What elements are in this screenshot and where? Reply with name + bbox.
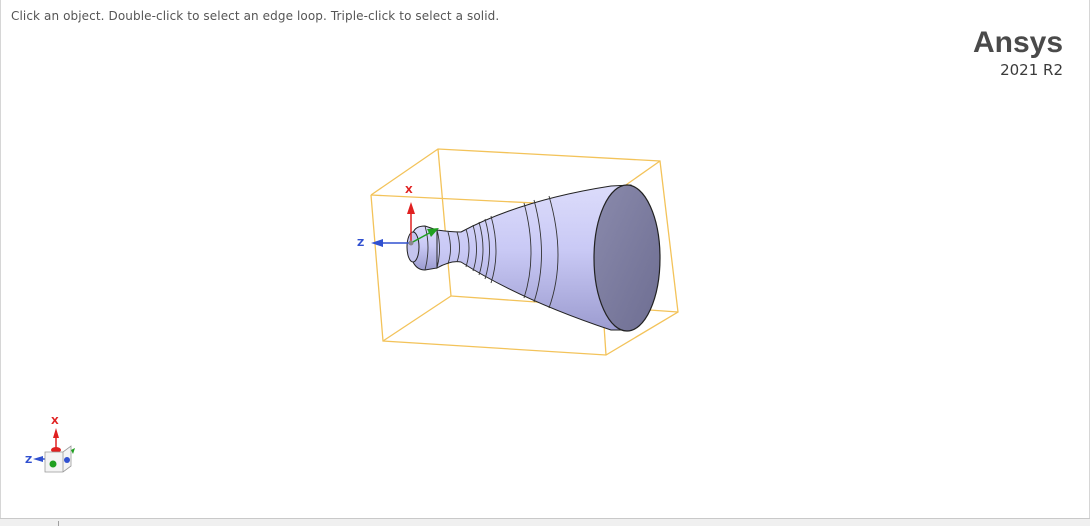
status-bar-segment [0,521,59,526]
model-triad-z-label: Z [357,238,364,249]
model-scene[interactable]: X Z X Z [1,0,1089,519]
view-triad-z-label: Z [25,455,32,466]
graphics-viewport[interactable]: Click an object. Double-click to select … [0,0,1090,519]
view-triad[interactable]: X Z [25,416,75,473]
view-triad-x-label: X [51,416,59,427]
nozzle-body[interactable] [406,184,661,332]
model-triad-x-label: X [405,185,413,196]
status-bar [0,518,1090,526]
exit-face[interactable] [593,184,661,332]
